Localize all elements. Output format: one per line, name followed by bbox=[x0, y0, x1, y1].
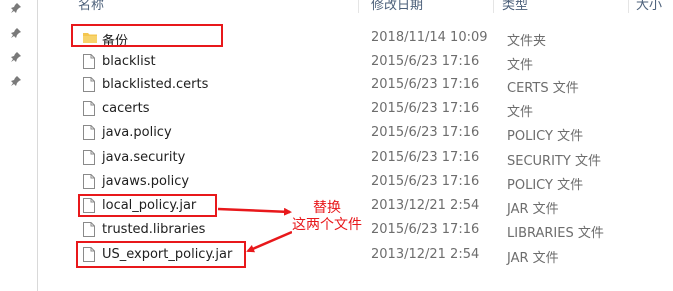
arrow-icon bbox=[246, 230, 293, 253]
annotation-line2: 这两个文件 bbox=[292, 217, 362, 233]
annotation-line1: 替换 bbox=[313, 200, 341, 216]
annotation-arrows bbox=[217, 207, 293, 253]
annotation-text: 替换 这两个文件 bbox=[292, 200, 362, 234]
arrow-icon bbox=[217, 207, 292, 216]
